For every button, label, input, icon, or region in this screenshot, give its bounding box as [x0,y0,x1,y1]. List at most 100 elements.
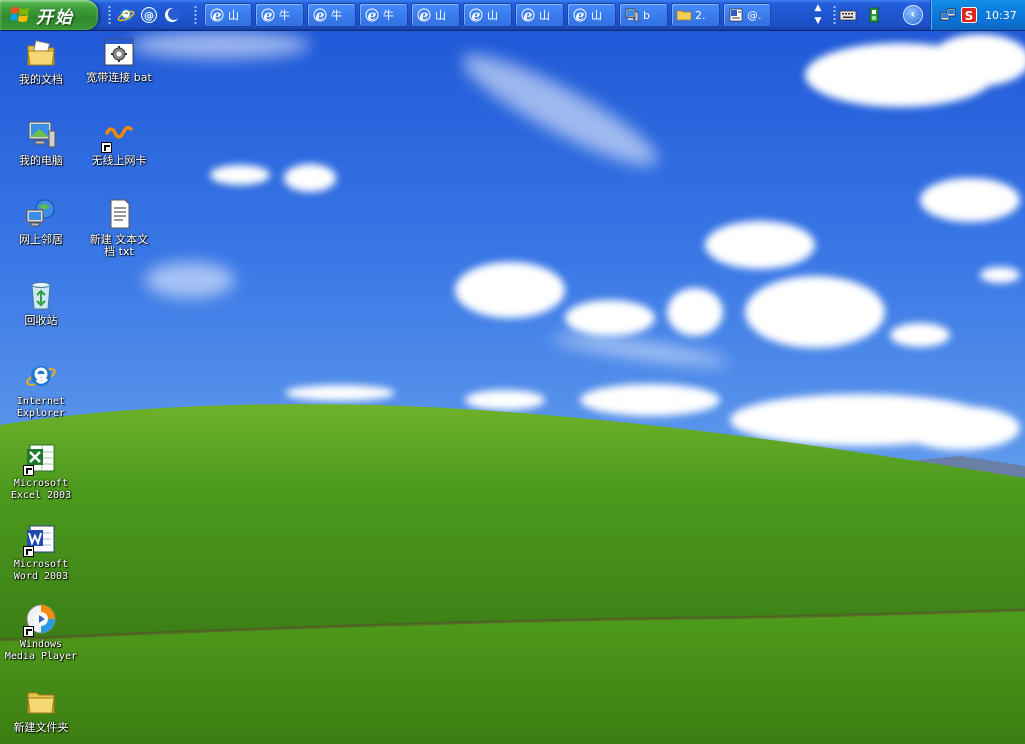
ie-icon: e [260,7,276,23]
usb-device-icon[interactable] [864,5,884,25]
desktop-icon-excel[interactable]: Microsoft Excel 2003 [2,442,80,502]
task-button-document[interactable]: @. [723,3,771,27]
desktop-icon-new-text-document[interactable]: 新建 文本文 档 txt [80,198,158,258]
desktop-icon-label: 网上邻居 [19,233,63,246]
shortcut-arrow-icon [23,546,34,557]
desktop-icon-my-computer[interactable]: 我的电脑 [2,119,80,167]
task-button-label: 山 [539,9,550,22]
shortcut-arrow-icon [23,465,34,476]
toolbar-grip[interactable] [194,5,197,25]
sogou-input-icon[interactable]: S [961,7,977,23]
media-player-icon [23,603,57,637]
excel-icon [23,442,57,476]
desktop-icon-label: Microsoft Word 2003 [13,559,69,582]
svg-text:e: e [472,8,481,23]
desktop-icon-label: 回收站 [24,314,58,327]
ie-icon: e [416,7,432,23]
ie-icon: e [209,7,225,23]
start-label: 开始 [36,7,74,28]
task-button-ie-6[interactable]: e 山 [463,3,512,27]
desktop-icon-internet-explorer[interactable]: Internet Explorer [2,360,80,420]
toolbar-grip[interactable] [108,5,111,25]
desktop-icon-label: 我的电脑 [19,154,63,167]
quick-launch-ie-button[interactable] [116,5,136,25]
quick-launch-outlook-button[interactable]: @ [139,5,159,25]
desktop-icon-broadband-bat[interactable]: 宽带连接 bat [80,36,158,84]
task-button-ie-7[interactable]: e 山 [515,3,564,27]
task-button-computer[interactable]: b [619,3,668,27]
task-button-label: 牛 [383,9,394,22]
svg-text:e: e [316,8,325,23]
ie-icon: e [572,7,588,23]
desktop-icon-new-folder[interactable]: 新建文件夹 [2,686,80,734]
network-places-icon [25,198,57,230]
my-documents-icon [25,38,57,70]
tray-expand-button[interactable]: ‹ [903,5,923,25]
desktop-icon-label: Internet Explorer [16,396,66,419]
ie-icon: e [468,7,484,23]
task-button-ie-1[interactable]: e 山 [204,3,252,27]
task-button-label: @. [747,8,762,22]
task-button-label: 牛 [279,9,290,22]
desktop-icon-word[interactable]: Microsoft Word 2003 [2,523,80,583]
task-button-label: 山 [591,9,602,22]
desktop-screen: 我的文档 宽带连接 bat 我的电脑 无线上网卡 网上邻居 新建 文本文 档 t… [0,0,1025,744]
system-tray: S 10:37 [930,0,1025,30]
svg-text:e: e [213,8,222,23]
task-button-label: 2. [695,8,706,22]
toolbar-grip[interactable] [833,5,836,25]
scroll-up-icon[interactable]: ▲ [811,2,825,15]
task-button-ie-3[interactable]: e 牛 [307,3,356,27]
desktop-icon-label: 宽带连接 bat [86,71,152,84]
svg-text:@: @ [144,11,154,22]
desktop-wallpaper[interactable] [0,0,1025,744]
my-computer-icon [25,119,57,151]
task-button-ie-4[interactable]: e 牛 [359,3,408,27]
svg-text:S: S [965,9,974,23]
task-button-folder[interactable]: 2. [671,3,720,27]
show-desktop-icon [165,8,180,22]
new-text-document-icon [103,198,135,230]
desktop-icon-network-places[interactable]: 网上邻居 [2,198,80,246]
taskbar-scroll: ▲ ▼ [811,2,825,28]
svg-text:e: e [368,8,377,23]
desktop-icon-label: 新建文件夹 [13,721,69,734]
task-button-label: 山 [487,9,498,22]
desktop-icon-label: 无线上网卡 [91,154,147,167]
desktop-icon-recycle-bin[interactable]: 回收站 [2,279,80,327]
svg-text:e: e [420,8,429,23]
tray-toolbar [838,4,890,26]
task-button-ie-5[interactable]: e 山 [411,3,460,27]
chevron-left-icon: ‹ [910,7,916,21]
desktop-icon-label: Windows Media Player [4,639,78,662]
outlook-express-icon: @ [141,7,157,23]
document-icon [728,7,744,23]
desktop-icon-label: Microsoft Excel 2003 [10,478,72,501]
quick-launch-bar: @ [116,3,185,27]
network-connection-icon[interactable] [940,7,956,23]
task-button-list: e 山 e 牛 e 牛 e 牛 e 山 e 山 e 山 e 山 b 2. @. [204,3,774,27]
quick-launch-show-desktop-button[interactable] [162,5,182,25]
svg-text:e: e [576,8,585,23]
task-button-label: b [643,8,650,22]
windows-logo-icon [10,7,29,22]
desktop-icon-my-documents[interactable]: 我的文档 [2,38,80,86]
task-button-label: 山 [228,9,239,22]
start-button[interactable]: 开始 [0,0,98,30]
shortcut-arrow-icon [101,142,112,153]
svg-text:e: e [264,8,273,23]
keyboard-icon[interactable] [838,5,858,25]
ie-icon [117,8,135,22]
desktop-icon-media-player[interactable]: Windows Media Player [2,603,80,663]
desktop-icon-label: 我的文档 [19,73,63,86]
ie-icon: e [520,7,536,23]
task-button-ie-2[interactable]: e 牛 [255,3,304,27]
desktop-icon-wireless-card[interactable]: 无线上网卡 [80,119,158,167]
svg-text:e: e [524,8,533,23]
task-button-ie-8[interactable]: e 山 [567,3,616,27]
new-folder-icon [25,686,57,718]
scroll-down-icon[interactable]: ▼ [811,15,825,28]
computer-icon [624,7,640,23]
clock[interactable]: 10:37 [985,9,1017,22]
internet-explorer-icon [25,360,57,392]
